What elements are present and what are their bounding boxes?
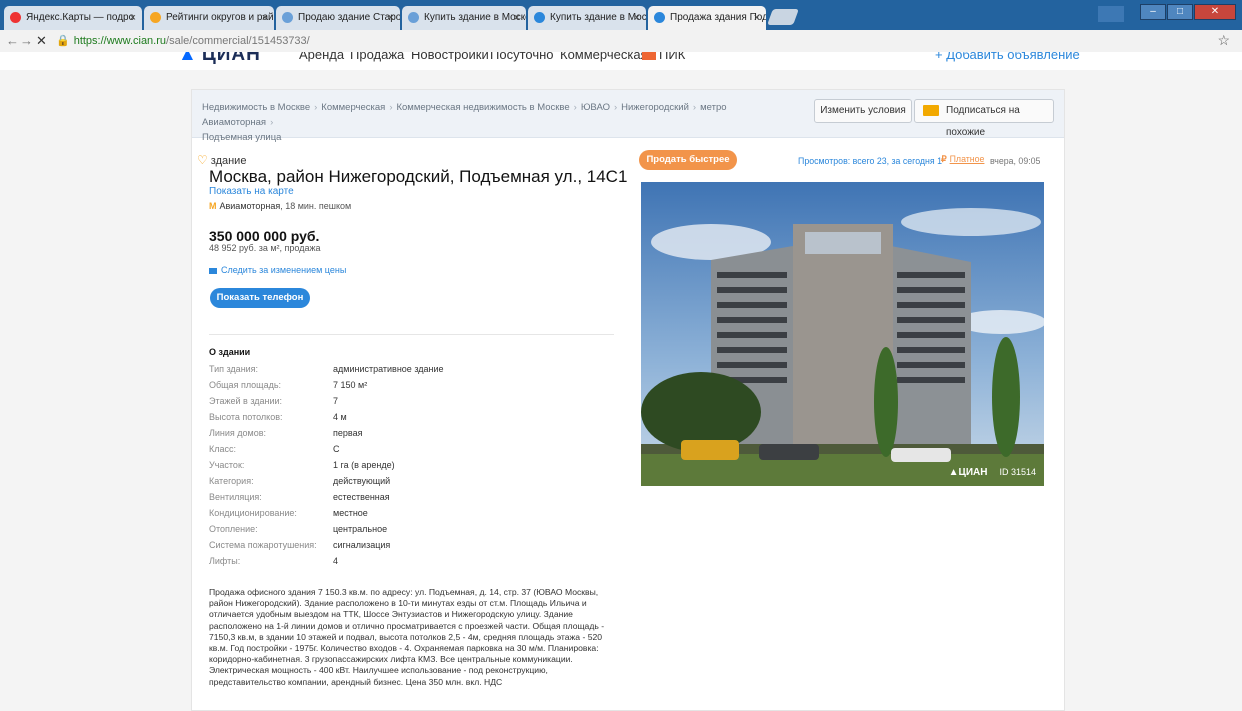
publish-date: вчера, 09:05 <box>990 156 1041 166</box>
new-tab-button[interactable] <box>767 9 799 25</box>
nav-link-new[interactable]: Новостройки <box>411 52 489 62</box>
mail-icon <box>209 267 217 274</box>
property-row: Высота потолков: 4 м <box>209 412 347 422</box>
breadcrumb-item[interactable]: Подъемная улица <box>202 132 281 143</box>
views-count[interactable]: Просмотров: всего 23, за сегодня 1 <box>798 156 942 166</box>
address-bar: ← → ✕ 🔒 https://www.cian.ru/sale/commerci… <box>0 30 1242 53</box>
chevron-right-icon: › <box>613 102 618 113</box>
chevron-right-icon: › <box>314 102 318 113</box>
cian-logo-icon: ▲ <box>178 52 198 65</box>
property-row: Тип здания: административное здание <box>209 364 444 374</box>
chevron-right-icon: › <box>573 102 577 113</box>
site-favicon-icon <box>408 12 419 23</box>
map-pin-icon <box>10 12 21 23</box>
envelope-icon <box>923 105 939 116</box>
about-building-heading: О здании <box>209 347 251 357</box>
browser-tab[interactable]: Продаю здание Старо × <box>276 6 400 30</box>
browser-tab-bar: Яндекс.Карты — подро × Рейтинги округов … <box>0 0 1242 30</box>
profile-button[interactable] <box>1098 6 1124 22</box>
back-arrow-icon[interactable]: ← <box>6 33 19 48</box>
listing-type: ♡ здание <box>197 153 247 167</box>
chevron-right-icon: › <box>692 102 697 113</box>
close-icon[interactable]: × <box>388 6 394 30</box>
breadcrumb-item[interactable]: Нижегородский <box>621 102 689 113</box>
browser-tab[interactable]: Купить здание в Моско × <box>528 6 646 30</box>
breadcrumb-item[interactable]: ЮВАО <box>581 102 610 113</box>
site-favicon-icon <box>150 12 161 23</box>
ruble-icon: ₽ <box>941 154 947 164</box>
sell-faster-button[interactable]: Продать быстрее <box>639 150 737 170</box>
favorite-heart-icon[interactable]: ♡ <box>197 153 208 167</box>
metro-info: M Авиамоторная, 18 мин. пешком <box>209 201 352 211</box>
property-row: Этажей в здании: 7 <box>209 396 339 406</box>
nav-link-commercial[interactable]: Коммерческая <box>560 52 648 62</box>
pik-logo-icon <box>642 52 656 60</box>
cian-watermark-logo: ▲ЦИАН <box>948 467 988 478</box>
change-conditions-button[interactable]: Изменить условия <box>814 99 912 123</box>
divider <box>209 334 614 335</box>
site-header: ▲ ЦИАН Аренда Продажа Новостройки Посуточ… <box>0 52 1242 70</box>
nav-link-sale[interactable]: Продажа <box>350 52 404 62</box>
minimize-icon[interactable]: – <box>1140 4 1166 20</box>
chevron-right-icon: › <box>389 102 393 113</box>
listing-description: Продажа офисного здания 7 150.3 кв.м. по… <box>209 587 605 687</box>
lock-icon: 🔒 <box>56 35 70 47</box>
site-favicon-icon <box>282 12 293 23</box>
stop-loading-icon[interactable]: ✕ <box>36 33 47 49</box>
cian-logo-icon: ▲ <box>948 467 959 478</box>
close-icon[interactable]: × <box>514 6 520 30</box>
window-controls: – □ ✕ <box>1139 4 1236 20</box>
url-field[interactable]: 🔒 https://www.cian.ru/sale/commercial/151… <box>56 34 310 47</box>
price: 350 000 000 руб. <box>209 228 320 244</box>
window-close-icon[interactable]: ✕ <box>1194 4 1236 20</box>
building-photo <box>641 182 1044 486</box>
breadcrumb-item[interactable]: Недвижимость в Москве <box>202 102 310 113</box>
property-row: Общая площадь: 7 150 м² <box>209 380 368 390</box>
nav-link-rent[interactable]: Аренда <box>299 52 344 62</box>
paid-badge[interactable]: ₽ Платное <box>941 154 984 165</box>
maximize-icon[interactable]: □ <box>1167 4 1193 20</box>
show-phone-button[interactable]: Показать телефон <box>210 288 310 308</box>
property-row: Класс: C <box>209 444 340 454</box>
nav-link-pik[interactable]: ПИК <box>642 52 685 62</box>
browser-tab[interactable]: Рейтинги округов и рай × <box>144 6 274 30</box>
property-row: Участок: 1 га (в аренде) <box>209 460 395 470</box>
property-row: Категория: действующий <box>209 476 391 486</box>
browser-tab[interactable]: Купить здание в Моско × <box>402 6 526 30</box>
metro-icon: M <box>209 201 217 211</box>
close-icon[interactable]: × <box>130 6 136 30</box>
chevron-right-icon: › <box>270 117 274 128</box>
forward-arrow-icon[interactable]: → <box>20 33 33 48</box>
listing-card: Недвижимость в Москве › Коммерческая › Комме… <box>191 89 1065 711</box>
listing-title: Москва, район Нижегородский, Подъемная у… <box>209 167 628 186</box>
breadcrumb-item[interactable]: Коммерческая <box>321 102 385 113</box>
show-on-map-link[interactable]: Показать на карте <box>209 186 294 197</box>
site-favicon-icon <box>654 12 665 23</box>
property-row: Кондиционирование: местное <box>209 508 368 518</box>
subscribe-similar-button[interactable]: Подписаться на похожие <box>914 99 1054 138</box>
bookmark-star-icon[interactable]: ☆ <box>1217 32 1230 49</box>
add-listing-link[interactable]: + Добавить объявление <box>935 52 1080 62</box>
nav-link-daily[interactable]: Посуточно <box>490 52 554 62</box>
site-favicon-icon <box>534 12 545 23</box>
metro-station-link[interactable]: Авиамоторная <box>220 201 281 211</box>
close-icon[interactable]: × <box>634 6 640 30</box>
breadcrumb-item[interactable]: Коммерческая недвижимость в Москве <box>396 102 569 113</box>
property-row: Система пожаротушения: сигнализация <box>209 540 391 550</box>
property-row: Лифты: 4 <box>209 556 339 566</box>
property-row: Вентиляция: естественная <box>209 492 390 502</box>
cian-logo[interactable]: ▲ ЦИАН <box>178 52 261 66</box>
photo-watermark: ▲ЦИАН ID 31514 <box>948 467 1036 478</box>
price-per-m2: 48 952 руб. за м², продажа <box>209 243 321 253</box>
follow-price-link[interactable]: Следить за изменением цены <box>209 265 346 275</box>
property-row: Линия домов: первая <box>209 428 363 438</box>
listing-photo[interactable]: ▲ЦИАН ID 31514 <box>641 182 1044 486</box>
property-row: Отопление: центральное <box>209 524 388 534</box>
close-icon[interactable]: × <box>754 6 760 30</box>
close-icon[interactable]: × <box>262 6 268 30</box>
browser-tab[interactable]: Яндекс.Карты — подро × <box>4 6 142 30</box>
breadcrumb: Недвижимость в Москве › Коммерческая › Комме… <box>192 90 1064 143</box>
browser-tab-active[interactable]: Продажа здания Подъе × <box>648 6 766 30</box>
